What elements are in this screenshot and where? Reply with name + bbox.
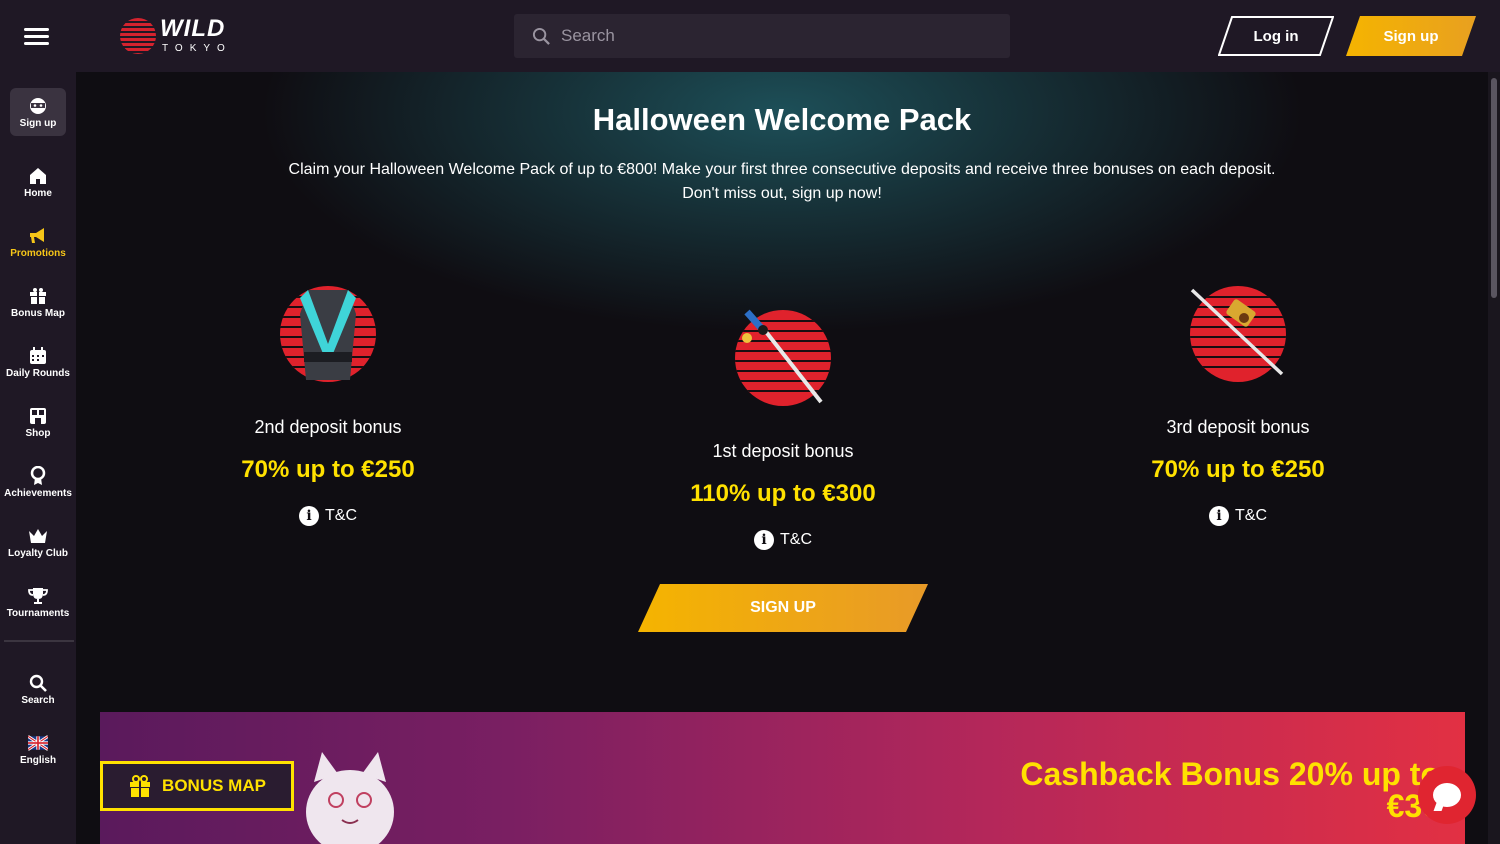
gift-icon — [28, 286, 48, 306]
info-icon: i — [754, 530, 774, 550]
shop-icon — [28, 406, 48, 426]
sidebar-item-label: Search — [21, 694, 55, 706]
signup-cta-button[interactable]: SIGN UP — [638, 584, 928, 632]
bonus-map-label: BONUS MAP — [162, 776, 266, 795]
sidebar-item-label: Shop — [25, 427, 51, 439]
lucky-cat-icon — [306, 752, 394, 844]
bonus-card-2nd: 2nd deposit bonus 70% up to €250 i T&C — [168, 284, 488, 526]
ninja-icon — [28, 96, 48, 116]
sidebar-item-promotions[interactable]: Promotions — [0, 214, 76, 270]
tc-label: T&C — [325, 507, 357, 524]
tc-label: T&C — [1235, 507, 1267, 524]
login-label: Log in — [1253, 27, 1299, 45]
bonus-card-1st: 1st deposit bonus 110% up to €300 i T&C — [623, 308, 943, 550]
sidebar-item-label: Promotions — [10, 247, 66, 259]
sidebar-item-label: Tournaments — [6, 607, 70, 619]
signup-label: Sign up — [1383, 27, 1439, 45]
cashback-line2: €30 — [1386, 788, 1440, 824]
top-bar: WILD TOKYO Log in Sign up — [0, 0, 1500, 72]
tc-link[interactable]: i T&C — [623, 530, 943, 550]
sidebar-divider — [4, 640, 74, 642]
logo-subtext: TOKYO — [162, 43, 232, 54]
bonus-name: 3rd deposit bonus — [1166, 417, 1310, 437]
sidebar-item-achievements[interactable]: Achievements — [0, 454, 76, 510]
logo-text: WILD — [160, 15, 226, 42]
bonus-amount: 110% up to €300 — [690, 480, 876, 507]
page-title: Halloween Welcome Pack — [592, 102, 972, 137]
medal-icon — [28, 465, 48, 486]
signup-cta-label: SIGN UP — [750, 599, 816, 616]
cashback-line1: Cashback Bonus 20% up to — [1020, 756, 1440, 792]
uk-flag-icon — [28, 733, 48, 753]
kimono-icon — [280, 286, 376, 382]
bonus-map-button[interactable]: BONUS MAP — [100, 761, 294, 811]
home-icon — [28, 166, 48, 186]
sidebar-item-label: Home — [24, 187, 52, 199]
search-icon — [532, 27, 550, 45]
cashback-title: Cashback Bonus 20% up to €30 — [980, 758, 1440, 822]
sidebar-item-label: English — [19, 754, 57, 766]
chat-icon — [1433, 783, 1461, 807]
sidebar: Sign up Home Promotions Bonus Map Daily … — [0, 72, 76, 844]
hammer-sword-icon — [1190, 286, 1286, 382]
scrollbar-thumb[interactable] — [1491, 78, 1497, 298]
sidebar-item-bonus-map[interactable]: Bonus Map — [0, 274, 76, 330]
cashback-banner[interactable]: BONUS MAP Cashback Bonus 20% up to €30 — [100, 712, 1465, 844]
sidebar-item-daily-rounds[interactable]: Daily Rounds — [0, 334, 76, 390]
bonus-amount: 70% up to €250 — [241, 456, 415, 483]
search-icon — [28, 673, 48, 693]
menu-icon[interactable] — [24, 28, 49, 46]
sidebar-item-loyalty-club[interactable]: Loyalty Club — [0, 514, 76, 570]
sidebar-item-label: Sign up — [19, 117, 57, 129]
sidebar-item-tournaments[interactable]: Tournaments — [0, 574, 76, 630]
katana-icon — [735, 309, 831, 406]
main-content: Halloween Welcome Pack Claim your Hallow… — [76, 72, 1488, 844]
sidebar-item-label: Daily Rounds — [6, 367, 70, 379]
info-icon: i — [1209, 506, 1229, 526]
sidebar-item-shop[interactable]: Shop — [0, 394, 76, 450]
logo-sun-icon — [120, 18, 156, 54]
live-chat-button[interactable] — [1418, 766, 1476, 824]
sidebar-item-language[interactable]: English — [0, 721, 76, 777]
sidebar-item-label: Bonus Map — [11, 307, 65, 319]
search-input[interactable] — [561, 26, 981, 46]
info-icon: i — [299, 506, 319, 526]
signup-button[interactable]: Sign up — [1346, 16, 1476, 56]
sidebar-item-label: Achievements — [4, 487, 72, 499]
logo[interactable]: WILD TOKYO — [120, 15, 232, 57]
sidebar-item-signup[interactable]: Sign up — [10, 88, 66, 136]
tc-link[interactable]: i T&C — [168, 506, 488, 526]
gift-icon — [130, 775, 151, 797]
tc-link[interactable]: i T&C — [1078, 506, 1398, 526]
megaphone-icon — [28, 226, 48, 246]
sidebar-item-label: Loyalty Club — [7, 547, 68, 559]
bonus-card-3rd: 3rd deposit bonus 70% up to €250 i T&C — [1078, 284, 1398, 526]
search-bar[interactable] — [514, 14, 1010, 58]
bonus-name: 2nd deposit bonus — [254, 417, 402, 437]
calendar-icon — [28, 346, 48, 366]
crown-icon — [28, 526, 48, 546]
login-button[interactable]: Log in — [1218, 16, 1334, 56]
trophy-icon — [28, 586, 48, 606]
sidebar-item-search[interactable]: Search — [0, 661, 76, 717]
bonus-amount: 70% up to €250 — [1151, 456, 1325, 483]
bonus-name: 1st deposit bonus — [712, 441, 854, 461]
sidebar-item-home[interactable]: Home — [0, 154, 76, 210]
tc-label: T&C — [780, 531, 812, 548]
promo-description: Claim your Halloween Welcome Pack of up … — [288, 161, 1276, 202]
scrollbar[interactable] — [1488, 72, 1500, 844]
